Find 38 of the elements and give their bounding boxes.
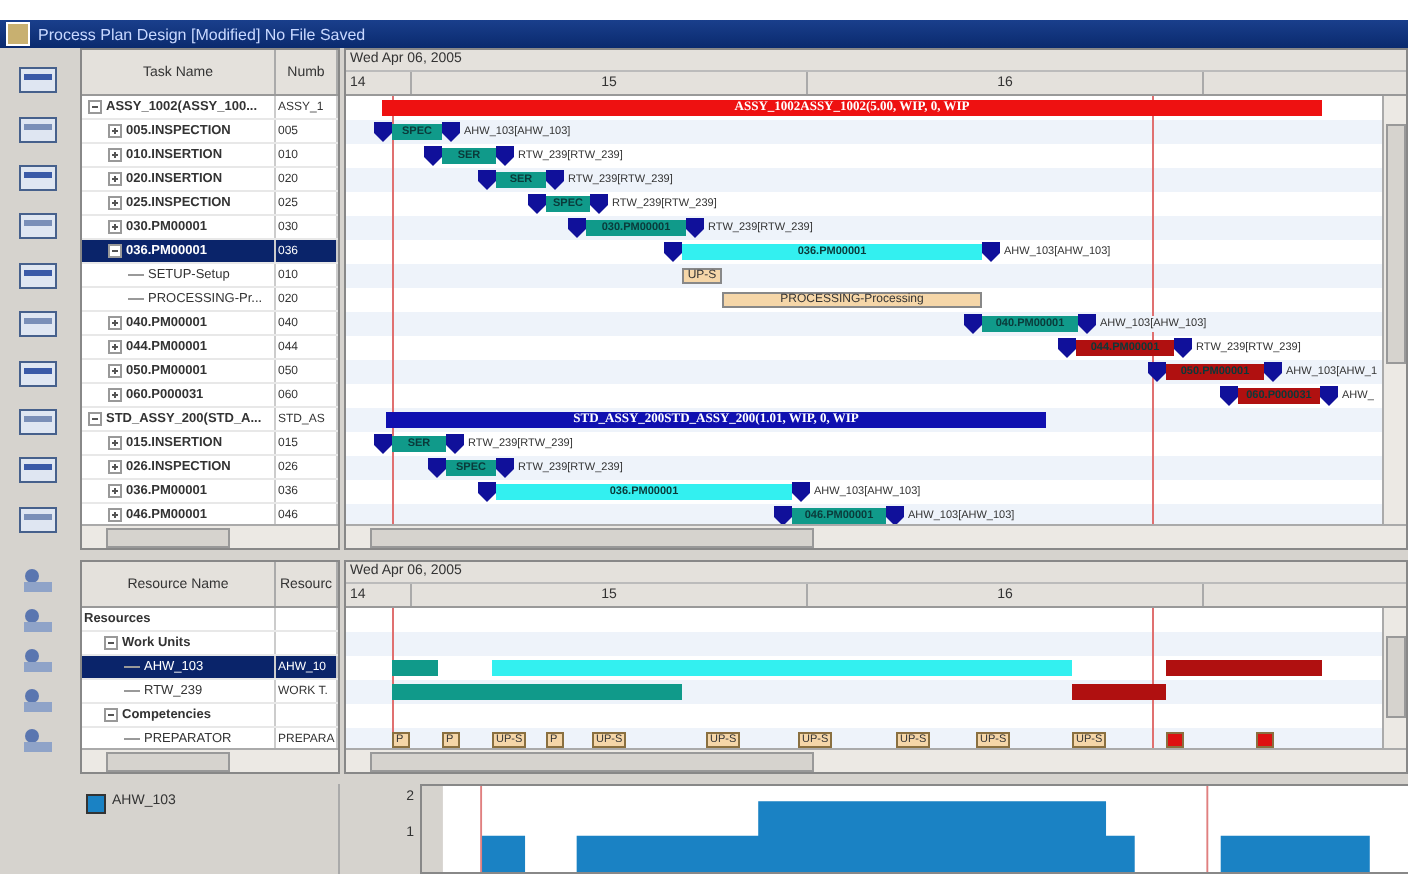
horizontal-scrollbar[interactable] [346,748,1406,772]
expander-icon[interactable] [108,196,122,210]
milestone-icon [374,434,392,454]
window-title: Process Plan Design [Modified] No File Saved [38,25,366,43]
milestone-icon [982,242,1000,262]
expander-icon[interactable] [108,124,122,138]
person-icon[interactable] [18,566,58,594]
vertical-scrollbar[interactable] [1382,608,1406,748]
expander-icon[interactable] [108,508,122,522]
milestone-icon [964,314,982,334]
expander-icon[interactable] [108,460,122,474]
window-icon[interactable] [18,505,58,534]
expander-icon[interactable] [108,388,122,402]
expander-icon[interactable] [108,148,122,162]
app-icon [6,22,30,46]
window-icon[interactable] [18,66,58,95]
legend-swatch [86,794,106,814]
expander-icon[interactable] [108,340,122,354]
milestone-icon [1264,362,1282,382]
horizontal-scrollbar[interactable] [82,748,338,772]
expander-icon[interactable] [88,100,102,114]
expander-icon[interactable] [88,412,102,426]
expander-icon[interactable] [108,244,122,258]
milestone-icon [886,506,904,524]
milestone-icon [1220,386,1238,406]
expander-icon[interactable] [104,636,118,650]
expander-icon[interactable] [104,708,118,722]
vertical-scrollbar[interactable] [1382,96,1406,524]
expander-icon[interactable] [108,484,122,498]
expander-icon[interactable] [108,364,122,378]
horizontal-scrollbar[interactable] [346,524,1406,548]
expander-icon[interactable] [108,220,122,234]
milestone-icon [374,122,392,142]
horizontal-scrollbar[interactable] [82,524,338,548]
expander-icon[interactable] [108,316,122,330]
expander-icon[interactable] [108,172,122,186]
milestone-icon [1320,386,1338,406]
expander-icon[interactable] [108,436,122,450]
